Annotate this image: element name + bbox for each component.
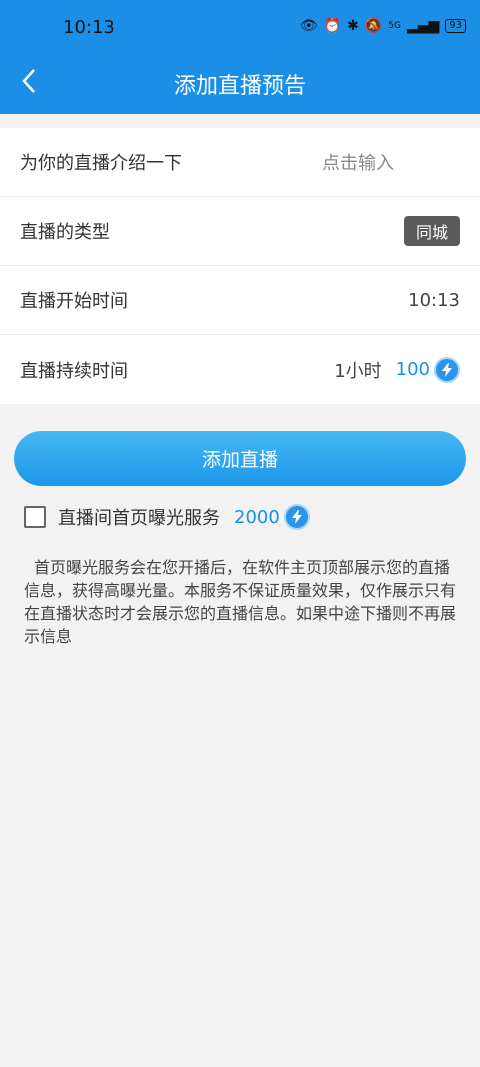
add-live-button[interactable]: 添加直播 — [14, 431, 466, 486]
type-tag[interactable]: 同城 — [403, 216, 460, 246]
intro-row[interactable]: 为你的直播介绍一下 点击输入 — [0, 128, 480, 197]
signal-icon: ▂▄▆ — [406, 18, 440, 34]
duration-row[interactable]: 直播持续时间 1小时 100 — [0, 335, 480, 404]
status-time: 10:13 — [63, 17, 115, 38]
exposure-price: 2000 — [234, 506, 280, 528]
start-time-row[interactable]: 直播开始时间 10:13 — [0, 266, 480, 335]
alarm-icon: ⏰ — [323, 18, 342, 34]
exposure-service: 直播间首页曝光服务 2000 — [0, 504, 480, 530]
duration-price: 100 — [395, 359, 430, 380]
mute-icon: 🔕 — [364, 18, 383, 34]
exposure-checkbox[interactable] — [24, 506, 46, 528]
battery-icon: 93 — [445, 19, 466, 33]
coin-icon — [283, 504, 310, 530]
network-label: 5G — [388, 21, 401, 31]
duration-value[interactable]: 1小时 — [334, 357, 381, 383]
start-time-value[interactable]: 10:13 — [408, 290, 460, 311]
intro-input[interactable]: 点击输入 — [322, 149, 394, 175]
start-time-label: 直播开始时间 — [20, 291, 128, 312]
status-icons: 👁 ⏰ ✱ 🔕 5G ▂▄▆ 93 — [300, 18, 466, 34]
coin-icon — [434, 356, 460, 383]
eye-icon: 👁 — [299, 18, 318, 34]
form-card: 为你的直播介绍一下 点击输入 直播的类型 同城 直播开始时间 10:13 直播持… — [0, 128, 480, 404]
page-title: 添加直播预告 — [173, 74, 306, 99]
service-description: 首页曝光服务会在您开播后，在软件主页顶部展示您的直播信息，获得高曝光量。本服务不… — [24, 558, 457, 646]
intro-label: 为你的直播介绍一下 — [20, 153, 182, 174]
type-row[interactable]: 直播的类型 同城 — [0, 197, 480, 266]
exposure-label: 直播间首页曝光服务 — [58, 508, 220, 529]
type-label: 直播的类型 — [20, 222, 110, 243]
bluetooth-icon: ✱ — [347, 18, 359, 34]
status-bar: 10:13 👁 ⏰ ✱ 🔕 5G ▂▄▆ 93 — [0, 0, 480, 48]
nav-bar: 添加直播预告 — [0, 48, 480, 114]
duration-label: 直播持续时间 — [20, 360, 128, 382]
